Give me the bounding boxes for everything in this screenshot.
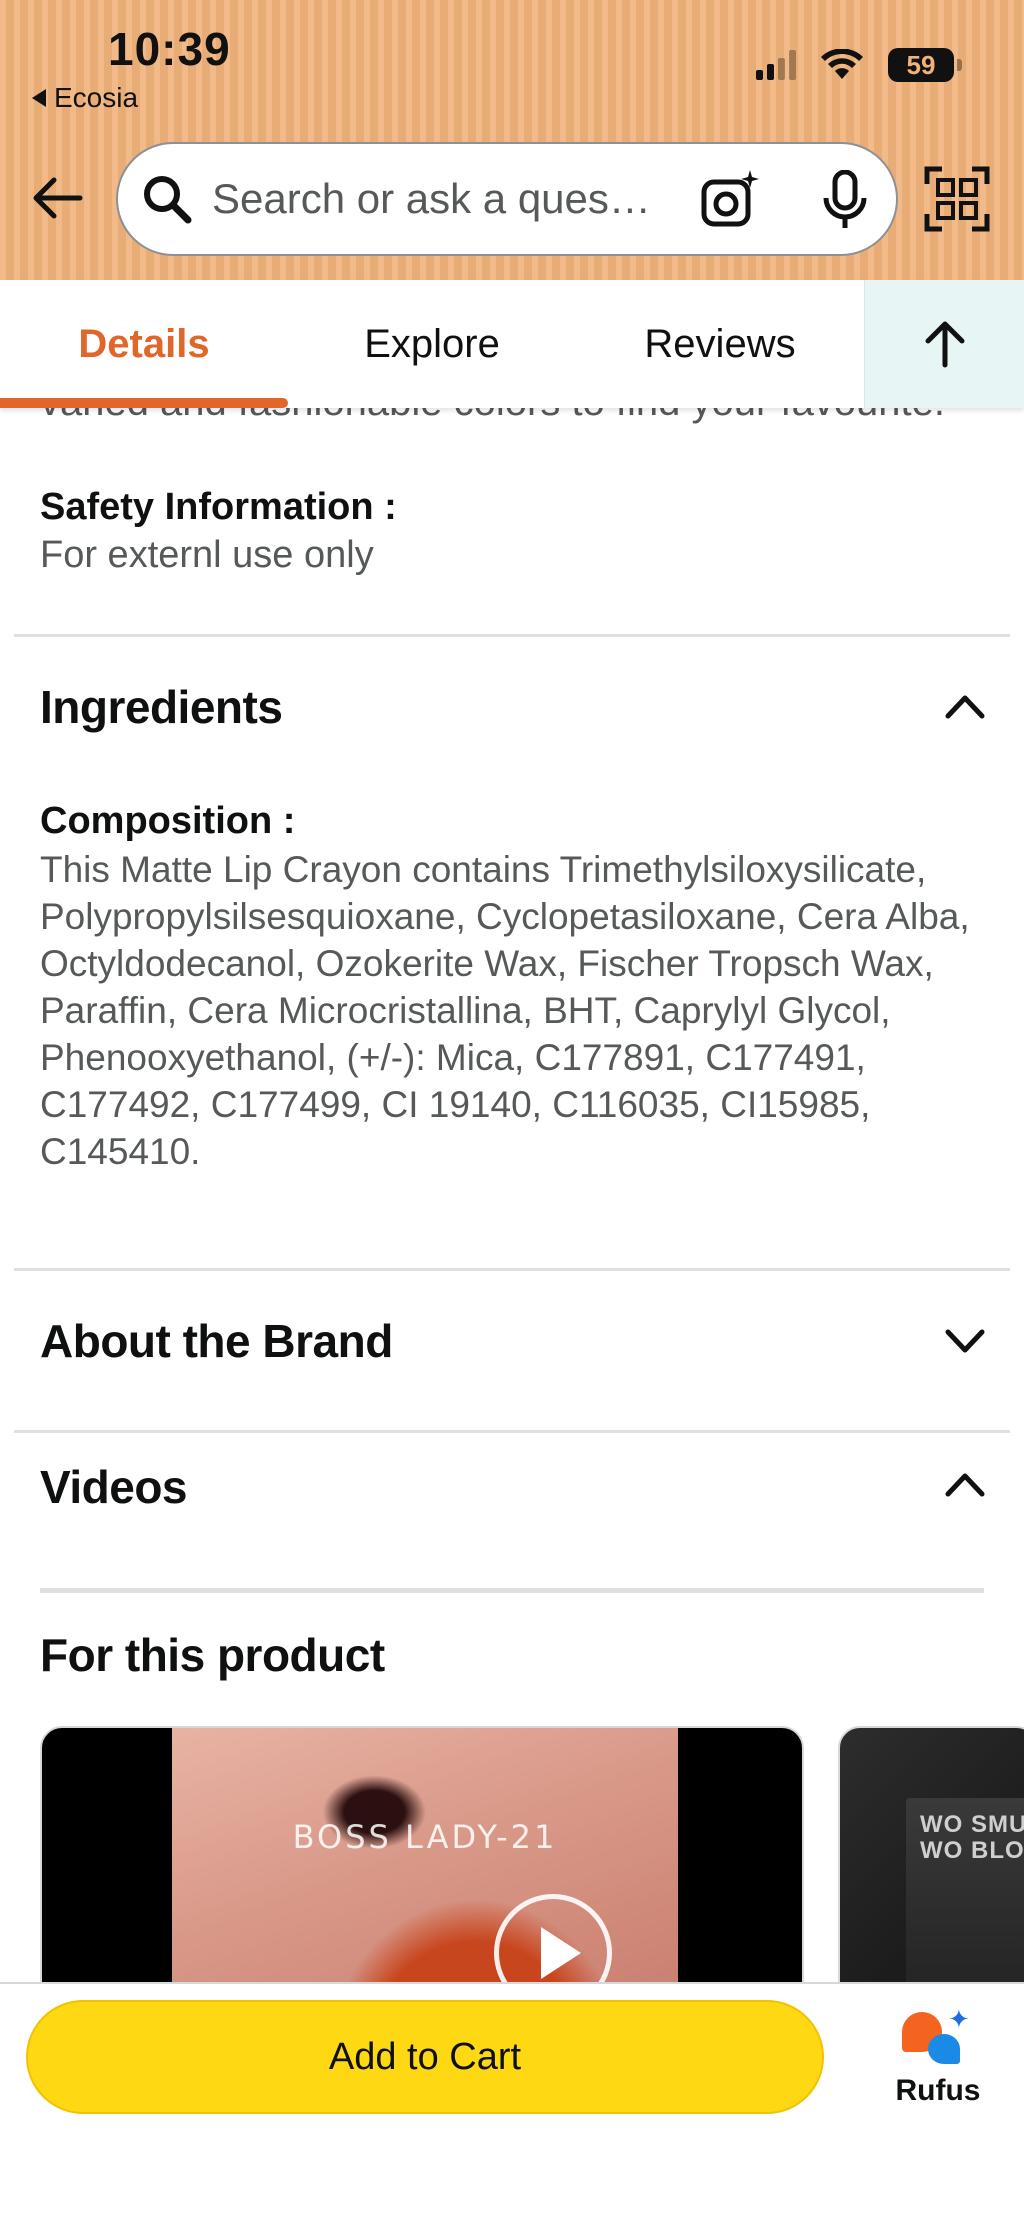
product-video-card[interactable]: BOSS LADY-21: [40, 1726, 804, 1982]
battery-icon: 59: [888, 48, 962, 82]
scroll-to-top-button[interactable]: [864, 280, 1024, 408]
videos-heading[interactable]: Videos: [40, 1460, 188, 1514]
composition-label: Composition :: [40, 800, 296, 842]
safety-information-label: Safety Information :: [40, 486, 397, 528]
wifi-icon: [821, 49, 863, 79]
search-input[interactable]: Search or ask a question: [212, 175, 652, 223]
about-brand-heading[interactable]: About the Brand: [40, 1314, 393, 1368]
rufus-icon-part: [928, 2034, 960, 2064]
chevron-up-icon[interactable]: [942, 1462, 988, 1508]
chevron-down-icon[interactable]: [942, 1318, 988, 1364]
ingredients-heading[interactable]: Ingredients: [40, 680, 283, 734]
section-divider: [14, 634, 1010, 637]
app-header: 10:39 Ecosia 59 Search or ask a question: [0, 0, 1024, 280]
back-triangle-icon: [32, 89, 46, 107]
safety-information-text: For externl use only: [40, 534, 374, 576]
video-2-text: WO SMU WO BLO: [920, 1811, 1024, 1864]
search-bar[interactable]: Search or ask a question: [116, 142, 898, 256]
video-thumbnail: BOSS LADY-21: [172, 1728, 678, 1982]
arrow-up-icon: [925, 321, 964, 368]
back-to-app-link[interactable]: Ecosia: [32, 82, 138, 114]
search-icon: [144, 176, 192, 224]
section-divider: [40, 1588, 984, 1593]
section-divider: [14, 1268, 1010, 1271]
details-content: varied and fashionable colors to find yo…: [0, 408, 1024, 1982]
section-divider: [14, 1430, 1010, 1433]
play-icon[interactable]: [494, 1894, 612, 1982]
cellular-signal-icon: [756, 50, 796, 80]
add-to-cart-button[interactable]: Add to Cart: [26, 2000, 824, 2114]
chevron-up-icon[interactable]: [942, 684, 988, 730]
status-time: 10:39: [108, 23, 231, 75]
description-text: varied and fashionable colors to find yo…: [40, 408, 945, 425]
video-thumbnail-2: WO SMU WO BLO: [906, 1798, 1024, 1982]
sparkle-icon: ✦: [948, 2004, 970, 2034]
microphone-icon[interactable]: [820, 170, 870, 232]
tab-reviews[interactable]: Reviews: [576, 280, 864, 408]
camera-search-icon[interactable]: [698, 168, 762, 232]
rufus-assistant-button[interactable]: ✦ Rufus: [878, 2004, 998, 2124]
status-icons: 59: [756, 48, 962, 82]
qr-scan-icon[interactable]: [924, 166, 990, 232]
product-tabs: Details Explore Reviews: [0, 280, 1024, 408]
rufus-label: Rufus: [895, 2074, 981, 2107]
back-arrow-icon[interactable]: [30, 170, 86, 226]
tab-details[interactable]: Details: [0, 280, 288, 408]
back-app-label: Ecosia: [54, 82, 139, 113]
bottom-action-bar: Add to Cart ✦ Rufus: [0, 1982, 1024, 2216]
tab-explore[interactable]: Explore: [288, 280, 576, 408]
composition-text: This Matte Lip Crayon contains Trimethyl…: [40, 849, 970, 1172]
video-caption: BOSS LADY-21: [292, 1818, 558, 1856]
product-video-card-2[interactable]: WO SMU WO BLO: [838, 1726, 1024, 1982]
for-this-product-heading: For this product: [40, 1629, 385, 1681]
active-tab-indicator: [0, 398, 288, 408]
